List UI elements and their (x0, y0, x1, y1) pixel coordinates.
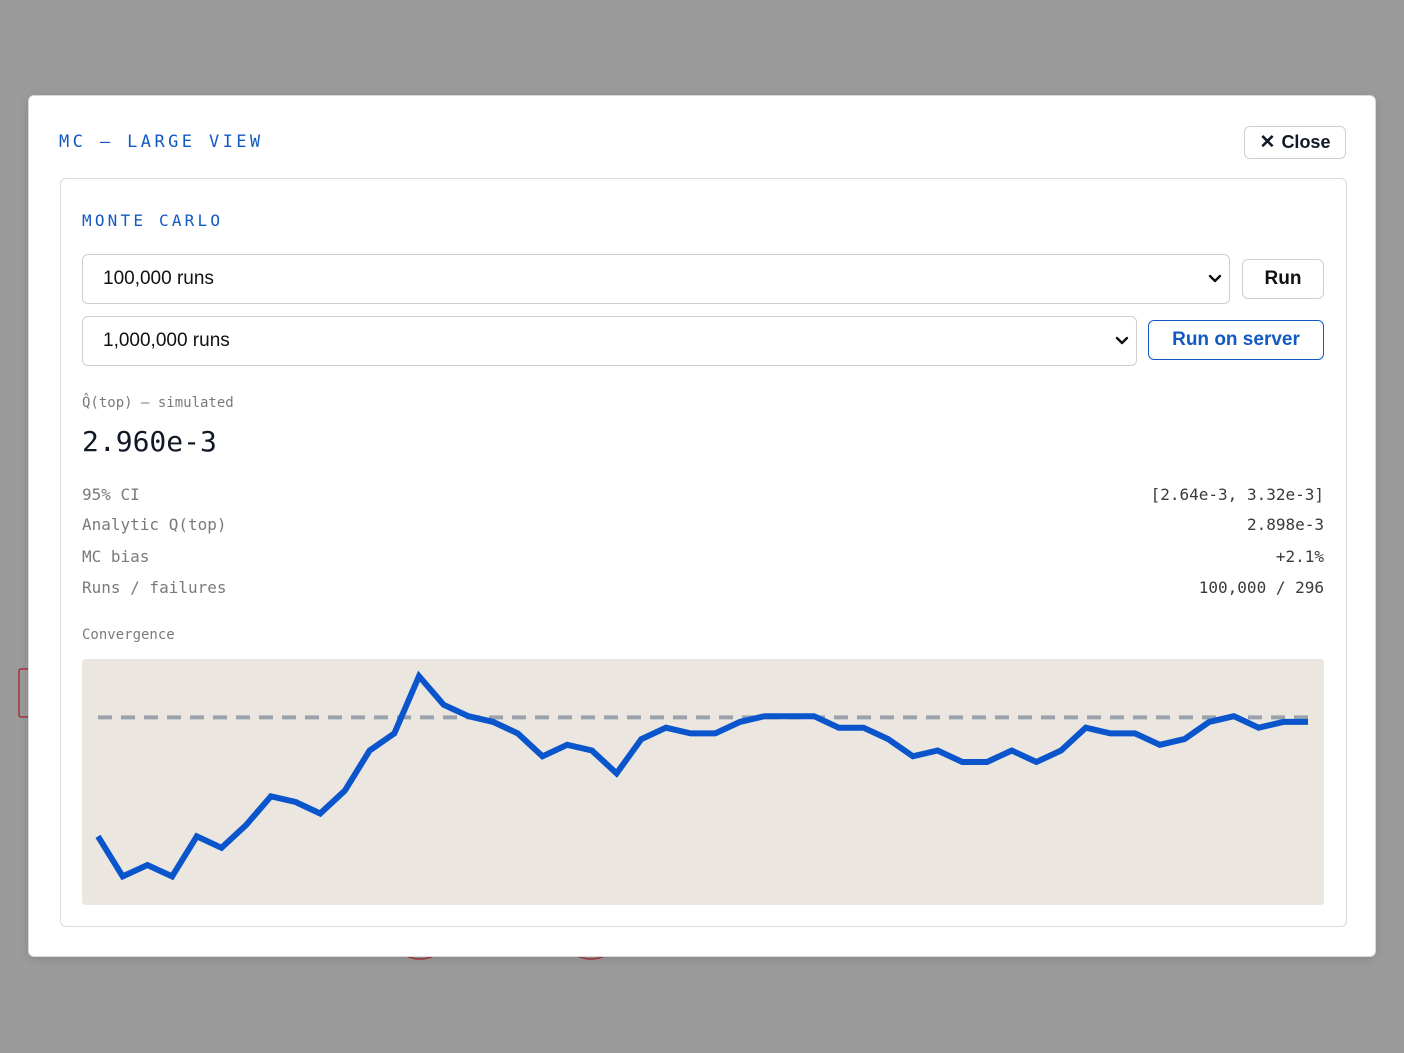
run-button[interactable]: Run (1242, 259, 1324, 299)
mc-large-view-modal: MC — LARGE VIEW ✕ Close MONTE CARLO 100,… (28, 95, 1376, 957)
stat-label: Runs / failures (82, 578, 227, 597)
monte-carlo-panel: MONTE CARLO 100,000 runs Run 1,000,000 r… (60, 178, 1347, 927)
stat-value: [2.64e-3, 3.32e-3] (1150, 485, 1324, 504)
run-on-server-button[interactable]: Run on server (1148, 320, 1324, 360)
server-runs-select[interactable]: 1,000,000 runs (82, 316, 1137, 366)
modal-title: MC — LARGE VIEW (59, 132, 264, 152)
runs-select-value: 100,000 runs (103, 268, 214, 289)
convergence-label: Convergence (82, 627, 175, 643)
close-button[interactable]: ✕ Close (1244, 126, 1346, 159)
stat-value: 2.898e-3 (1246, 515, 1324, 534)
stat-label: Analytic Q(top) (82, 515, 227, 534)
convergence-chart (82, 659, 1324, 905)
server-runs-select-value: 1,000,000 runs (103, 330, 230, 351)
chevron-down-icon (1115, 336, 1129, 345)
stat-row-runs: Runs / failures 100,000 / 296 (82, 578, 1324, 598)
estimate-value: 2.960e-3 (82, 425, 217, 458)
estimate-label: Q̂(top) — simulated (82, 395, 234, 411)
close-button-label: Close (1281, 132, 1331, 152)
stat-label: MC bias (82, 547, 150, 566)
panel-title: MONTE CARLO (82, 211, 224, 230)
stat-row-analytic: Analytic Q(top) 2.898e-3 (82, 515, 1324, 535)
chevron-down-icon (1208, 274, 1222, 283)
stat-value: +2.1% (1275, 547, 1324, 566)
runs-select[interactable]: 100,000 runs (82, 254, 1230, 304)
stat-row-bias: MC bias +2.1% (82, 547, 1324, 567)
stat-row-ci: 95% CI [2.64e-3, 3.32e-3] (82, 485, 1324, 505)
close-icon: ✕ (1259, 132, 1276, 153)
chart-background (82, 659, 1324, 905)
stat-value: 100,000 / 296 (1198, 578, 1324, 597)
stat-label: 95% CI (82, 485, 140, 504)
